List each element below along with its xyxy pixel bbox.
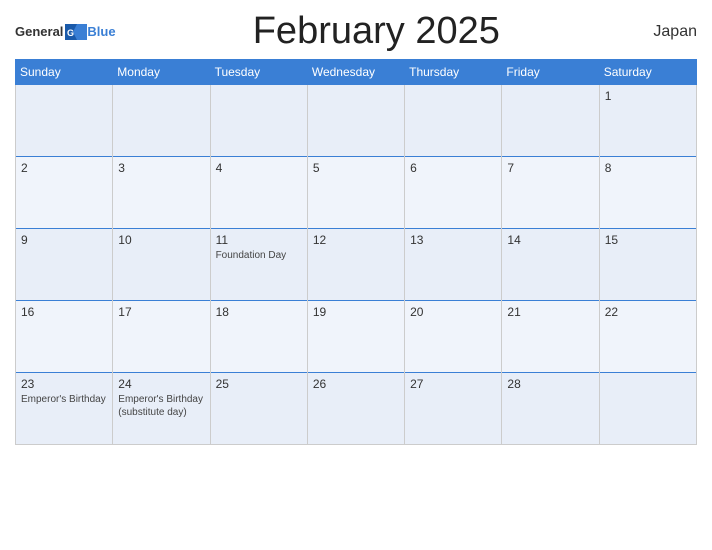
- calendar-cell: 16: [16, 301, 113, 373]
- calendar-week-row: 9 10 11 Foundation Day 12 13 14 15: [16, 229, 697, 301]
- calendar-cell: 15: [599, 229, 696, 301]
- calendar-header-friday: Friday: [502, 60, 599, 85]
- day-number: 7: [507, 161, 593, 175]
- calendar-cell: 11 Foundation Day: [210, 229, 307, 301]
- day-number: 19: [313, 305, 399, 319]
- day-number: 25: [216, 377, 302, 391]
- calendar-cell: [16, 85, 113, 157]
- calendar-cell: 24 Emperor's Birthday (substitute day): [113, 373, 210, 445]
- calendar-header-monday: Monday: [113, 60, 210, 85]
- logo-flag-icon: G: [65, 24, 87, 40]
- calendar-cell: [307, 85, 404, 157]
- day-number: 18: [216, 305, 302, 319]
- calendar-cell: 14: [502, 229, 599, 301]
- day-number: 14: [507, 233, 593, 247]
- calendar-week-row: 16 17 18 19 20 21 22: [16, 301, 697, 373]
- calendar-cell: [405, 85, 502, 157]
- day-event: Emperor's Birthday: [21, 393, 107, 406]
- calendar-header-row: SundayMondayTuesdayWednesdayThursdayFrid…: [16, 60, 697, 85]
- logo: General G Blue: [15, 24, 116, 40]
- day-number: 1: [605, 89, 691, 103]
- calendar-cell: 6: [405, 157, 502, 229]
- day-number: 24: [118, 377, 204, 391]
- calendar-cell: 18: [210, 301, 307, 373]
- calendar-cell: 8: [599, 157, 696, 229]
- day-number: 12: [313, 233, 399, 247]
- day-number: 28: [507, 377, 593, 391]
- calendar-cell: 4: [210, 157, 307, 229]
- calendar-cell: 22: [599, 301, 696, 373]
- logo-blue: Blue: [87, 24, 115, 39]
- calendar-cell: 10: [113, 229, 210, 301]
- day-number: 21: [507, 305, 593, 319]
- calendar-header-tuesday: Tuesday: [210, 60, 307, 85]
- day-number: 8: [605, 161, 691, 175]
- calendar-week-row: 2345678: [16, 157, 697, 229]
- day-number: 4: [216, 161, 302, 175]
- calendar-header-saturday: Saturday: [599, 60, 696, 85]
- calendar-cell: [113, 85, 210, 157]
- calendar-cell: 25: [210, 373, 307, 445]
- day-number: 13: [410, 233, 496, 247]
- calendar-cell: 1: [599, 85, 696, 157]
- calendar-cell: [502, 85, 599, 157]
- day-number: 2: [21, 161, 107, 175]
- calendar-header-thursday: Thursday: [405, 60, 502, 85]
- calendar-week-row: 23 Emperor's Birthday 24 Emperor's Birthday…: [16, 373, 697, 445]
- calendar-cell: 5: [307, 157, 404, 229]
- day-number: 11: [216, 233, 302, 247]
- day-number: 5: [313, 161, 399, 175]
- day-number: 20: [410, 305, 496, 319]
- day-number: 17: [118, 305, 204, 319]
- day-number: 9: [21, 233, 107, 247]
- calendar-table: SundayMondayTuesdayWednesdayThursdayFrid…: [15, 59, 697, 445]
- calendar-cell: 20: [405, 301, 502, 373]
- logo-general: General: [15, 24, 63, 39]
- calendar-cell: 21: [502, 301, 599, 373]
- svg-text:G: G: [67, 28, 74, 38]
- day-number: 22: [605, 305, 691, 319]
- day-event: Emperor's Birthday (substitute day): [118, 393, 204, 419]
- day-number: 23: [21, 377, 107, 391]
- calendar-cell: [599, 373, 696, 445]
- calendar-cell: 19: [307, 301, 404, 373]
- day-number: 27: [410, 377, 496, 391]
- day-event: Foundation Day: [216, 249, 302, 262]
- page-title: February 2025: [116, 10, 637, 53]
- calendar-cell: 7: [502, 157, 599, 229]
- day-number: 6: [410, 161, 496, 175]
- day-number: 16: [21, 305, 107, 319]
- day-number: 3: [118, 161, 204, 175]
- calendar-cell: [210, 85, 307, 157]
- calendar-cell: 27: [405, 373, 502, 445]
- day-number: 26: [313, 377, 399, 391]
- calendar-week-row: 1: [16, 85, 697, 157]
- country-label: Japan: [637, 23, 697, 41]
- calendar-cell: 26: [307, 373, 404, 445]
- calendar-cell: 28: [502, 373, 599, 445]
- calendar-cell: 23 Emperor's Birthday: [16, 373, 113, 445]
- calendar-cell: 9: [16, 229, 113, 301]
- calendar-cell: 17: [113, 301, 210, 373]
- calendar-cell: 3: [113, 157, 210, 229]
- calendar-cell: 12: [307, 229, 404, 301]
- calendar-cell: 13: [405, 229, 502, 301]
- calendar-header-sunday: Sunday: [16, 60, 113, 85]
- calendar-header-wednesday: Wednesday: [307, 60, 404, 85]
- calendar-cell: 2: [16, 157, 113, 229]
- day-number: 15: [605, 233, 691, 247]
- day-number: 10: [118, 233, 204, 247]
